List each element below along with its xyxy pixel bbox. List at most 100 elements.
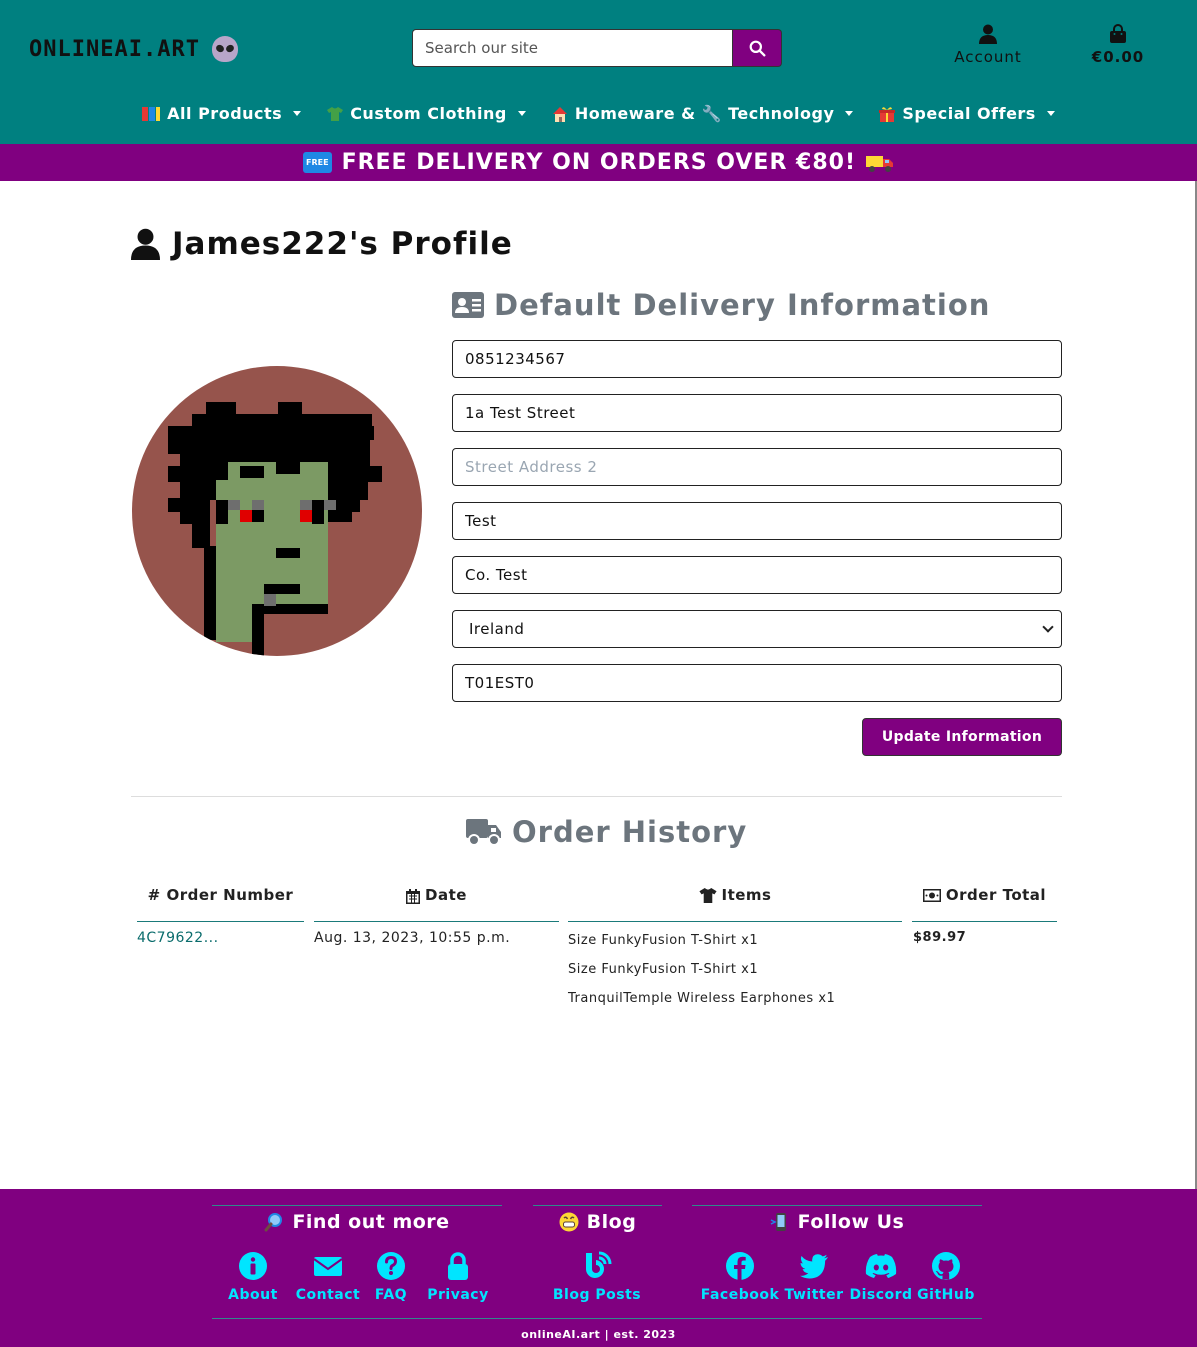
order-number-link[interactable]: 4C79622...	[137, 930, 219, 946]
order-date: Aug. 13, 2023, 10:55 p.m.	[314, 930, 511, 946]
page-title: James222's Profile	[131, 226, 513, 262]
col-order-total: Order Total	[912, 886, 1057, 922]
nav-all-products-label[interactable]: All Products	[167, 104, 282, 123]
shopping-bag-link[interactable]: €0.00	[1086, 24, 1150, 66]
col-order-total-label: Order Total	[945, 886, 1047, 904]
footer-divider	[212, 1318, 982, 1319]
footer-link-blog-posts-label[interactable]: Blog Posts	[553, 1287, 641, 1303]
footer-find-out-more	[212, 1205, 502, 1206]
footer-follow-us-title: Follow Us	[797, 1211, 905, 1233]
order-item: Size FunkyFusion T-Shirt x1	[568, 933, 759, 948]
footer-link-privacy[interactable]: Privacy	[427, 1251, 488, 1303]
lock-icon	[448, 1252, 468, 1280]
col-date: Date	[314, 886, 559, 922]
footer-link-facebook[interactable]: Facebook	[701, 1251, 780, 1303]
profile-title-text: James222's Profile	[172, 226, 513, 262]
phone-number-field[interactable]	[452, 340, 1062, 378]
envelope-icon	[313, 1257, 343, 1276]
delivery-title-text: Default Delivery Information	[494, 288, 991, 322]
section-divider	[131, 796, 1062, 797]
footer-link-twitter[interactable]: Twitter	[784, 1251, 844, 1303]
footer-follow-us-heading: Follow Us	[692, 1211, 982, 1233]
footer-link-contact-label[interactable]: Contact	[296, 1287, 361, 1303]
search-icon	[749, 40, 765, 56]
blog-icon	[586, 1251, 612, 1278]
shopping-bag-icon	[1110, 24, 1126, 43]
grinning-face-icon	[559, 1212, 579, 1232]
magnifier-icon	[264, 1213, 283, 1232]
footer-link-github[interactable]: GitHub	[917, 1251, 975, 1303]
nav-all-products[interactable]: All Products	[142, 104, 302, 123]
postcode-field[interactable]	[452, 664, 1062, 702]
user-icon	[979, 24, 997, 44]
footer-link-about[interactable]: About	[228, 1251, 278, 1303]
footer-link-facebook-label[interactable]: Facebook	[701, 1287, 780, 1303]
delivery-truck-icon	[866, 155, 893, 172]
order-total: $89.97	[913, 930, 967, 945]
footer-blog-title: Blog	[586, 1211, 637, 1233]
chevron-down-icon	[1046, 111, 1055, 116]
truck-icon	[466, 819, 501, 846]
site-logo[interactable]: ONLINEAI.ART	[29, 36, 238, 62]
footer-copyright: onlineAI.art | est. 2023	[521, 1328, 676, 1341]
books-icon	[142, 106, 161, 121]
order-item: TranquilTemple Wireless Earphones x1	[568, 991, 836, 1006]
nav-homeware-technology-label[interactable]: Homeware & 🔧 Technology	[575, 104, 835, 123]
footer-link-faq-label[interactable]: FAQ	[375, 1287, 407, 1303]
chevron-down-icon	[293, 111, 302, 116]
info-icon	[239, 1252, 267, 1280]
search-button[interactable]	[733, 29, 782, 67]
alien-icon	[211, 36, 238, 62]
town-city-field[interactable]	[452, 502, 1062, 540]
search-input[interactable]	[412, 29, 733, 67]
footer-link-discord-label[interactable]: Discord	[849, 1287, 912, 1303]
delivery-info-title: Default Delivery Information	[452, 288, 990, 322]
street-address-2-field[interactable]	[452, 448, 1062, 486]
county-field[interactable]	[452, 556, 1062, 594]
nav-homeware-technology[interactable]: Homeware & 🔧 Technology	[552, 104, 854, 123]
discord-icon	[865, 1254, 897, 1278]
pixel-punk-avatar-image	[168, 402, 382, 656]
banner-text: FREE DELIVERY ON ORDERS OVER €80!	[341, 150, 856, 175]
col-date-label: Date	[425, 886, 467, 904]
footer-blog	[533, 1205, 662, 1206]
nav-special-offers-label[interactable]: Special Offers	[902, 104, 1035, 123]
id-card-icon	[452, 292, 484, 318]
account-label[interactable]: Account	[954, 48, 1022, 66]
nav-special-offers[interactable]: Special Offers	[879, 104, 1055, 123]
nav-custom-clothing-label[interactable]: Custom Clothing	[350, 104, 507, 123]
order-item: Size FunkyFusion T-Shirt x1	[568, 962, 759, 977]
site-footer: Find out more Blog Follow Us About Conta…	[0, 1189, 1197, 1347]
footer-find-out-more-heading: Find out more	[212, 1211, 502, 1233]
footer-follow-us	[692, 1205, 982, 1206]
footer-link-faq[interactable]: FAQ	[372, 1251, 410, 1303]
country-select[interactable]: Ireland	[452, 610, 1062, 648]
footer-link-privacy-label[interactable]: Privacy	[427, 1287, 488, 1303]
free-badge-icon: FREE	[303, 152, 332, 173]
footer-link-blog-posts[interactable]: Blog Posts	[550, 1251, 644, 1303]
order-history-title-text: Order History	[512, 815, 748, 849]
chevron-down-icon	[517, 111, 526, 116]
chevron-down-icon	[845, 111, 854, 116]
profile-avatar	[132, 366, 422, 656]
street-address-1-field[interactable]	[452, 394, 1062, 432]
facebook-icon	[726, 1252, 754, 1280]
user-icon	[131, 228, 160, 260]
tshirt-icon	[698, 888, 717, 903]
bag-total[interactable]: €0.00	[1092, 48, 1144, 66]
main-nav: All Products Custom Clothing Homeware & …	[0, 104, 1197, 123]
money-icon	[922, 889, 941, 902]
footer-link-contact[interactable]: Contact	[296, 1251, 360, 1303]
footer-link-twitter-label[interactable]: Twitter	[784, 1287, 843, 1303]
footer-link-discord[interactable]: Discord	[849, 1251, 912, 1303]
tshirt-icon	[327, 106, 344, 121]
logo-text[interactable]: ONLINEAI.ART	[29, 37, 200, 62]
update-information-button[interactable]: Update Information	[862, 718, 1062, 756]
footer-link-about-label[interactable]: About	[228, 1287, 278, 1303]
question-circle-icon	[377, 1252, 405, 1280]
col-order-number: # Order Number	[137, 886, 304, 922]
twitter-icon	[800, 1254, 828, 1279]
account-link[interactable]: Account	[950, 24, 1026, 66]
nav-custom-clothing[interactable]: Custom Clothing	[327, 104, 526, 123]
footer-link-github-label[interactable]: GitHub	[917, 1287, 975, 1303]
